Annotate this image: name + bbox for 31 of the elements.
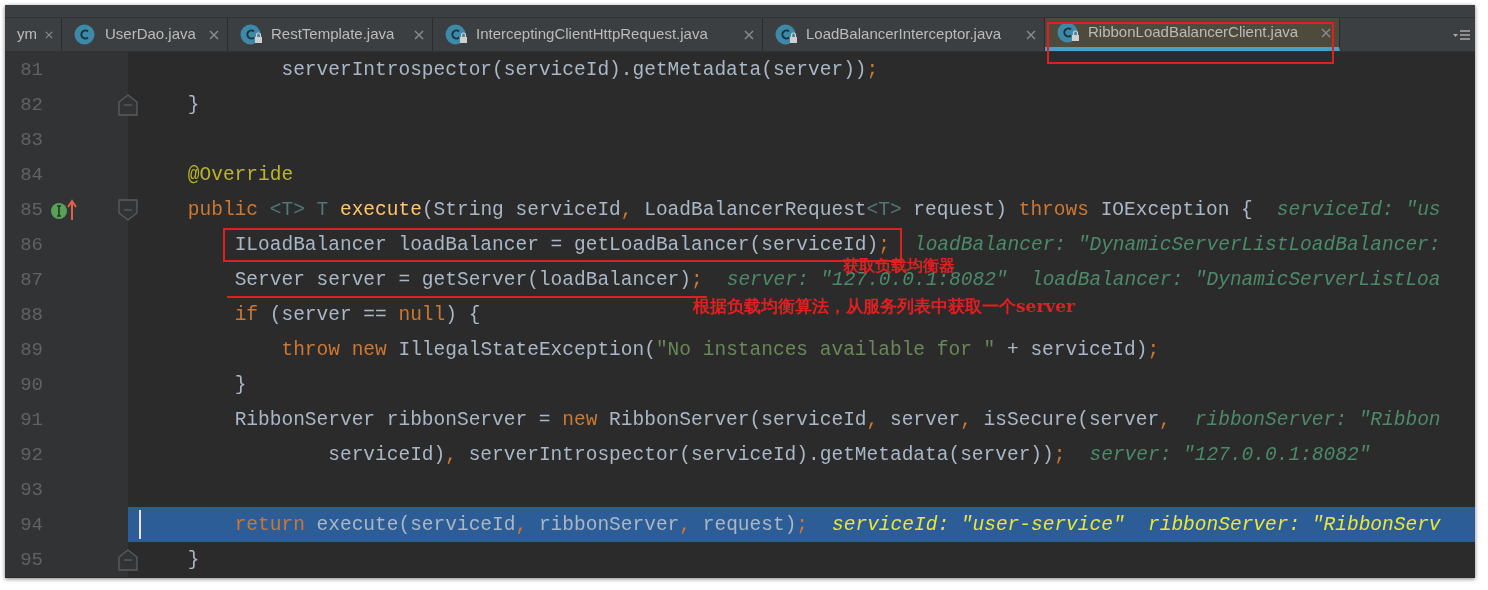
close-icon[interactable] bbox=[209, 29, 219, 40]
inline-value-hint: ribbonServer: "Ribbon bbox=[1194, 409, 1441, 430]
inline-value-hint: serviceId: "us bbox=[1276, 199, 1441, 220]
code-line: } bbox=[187, 94, 200, 115]
close-icon[interactable] bbox=[45, 29, 53, 40]
code-line: ILoadBalancer loadBalancer = getLoadBalancer(serviceId); bbox=[234, 233, 890, 256]
inline-value-hint: server: "127.0.0.1:8082" bbox=[1089, 444, 1371, 465]
code-line: serverIntrospector(serviceId).getMetadata(server)); bbox=[281, 59, 879, 80]
implements-marker-icon[interactable] bbox=[50, 198, 78, 221]
code-line: serviceId), serverIntrospector(serviceId).getMetadata(server)); bbox=[328, 444, 1066, 465]
inline-value-hint: loadBalancer: "DynamicServerListLoadBalancer: bbox=[913, 234, 1441, 255]
tab-list-icon[interactable] bbox=[1453, 30, 1471, 40]
code-line: public <T> T execute(String serviceId, LoadBalancerRequest<T> request) throws IOException { bbox=[187, 199, 1253, 220]
code-line: return execute(serviceId, ribbonServer, request); bbox=[234, 514, 809, 535]
code-line: @Override bbox=[187, 164, 294, 185]
fold-marker-icon[interactable] bbox=[118, 93, 138, 116]
file-tab[interactable]: RibbonLoadBalancerClient.java bbox=[1045, 18, 1340, 51]
close-icon[interactable] bbox=[1026, 29, 1036, 40]
code-line: if (server == null) { bbox=[234, 304, 481, 325]
close-icon[interactable] bbox=[1321, 27, 1331, 38]
close-icon[interactable] bbox=[414, 29, 424, 40]
code-line: RibbonServer ribbonServer = new RibbonServer(serviceId, server, isSecure(server, bbox=[234, 409, 1171, 430]
fold-marker-icon[interactable] bbox=[118, 548, 138, 571]
inline-value-hint: serviceId: "user-service" ribbonServer: "RibbonServ bbox=[832, 514, 1441, 535]
code-line: throw new IllegalStateException("No instances available for " + serviceId); bbox=[281, 339, 1160, 360]
close-icon[interactable] bbox=[744, 29, 754, 40]
annotation-note: 根据负载均衡算法，从服务列表中获取一个server bbox=[693, 299, 1075, 313]
code-line: Server server = getServer(loadBalancer); bbox=[234, 269, 703, 290]
fold-marker-icon[interactable] bbox=[118, 198, 138, 221]
code-line: } bbox=[187, 549, 200, 570]
code-line: } bbox=[234, 374, 247, 395]
